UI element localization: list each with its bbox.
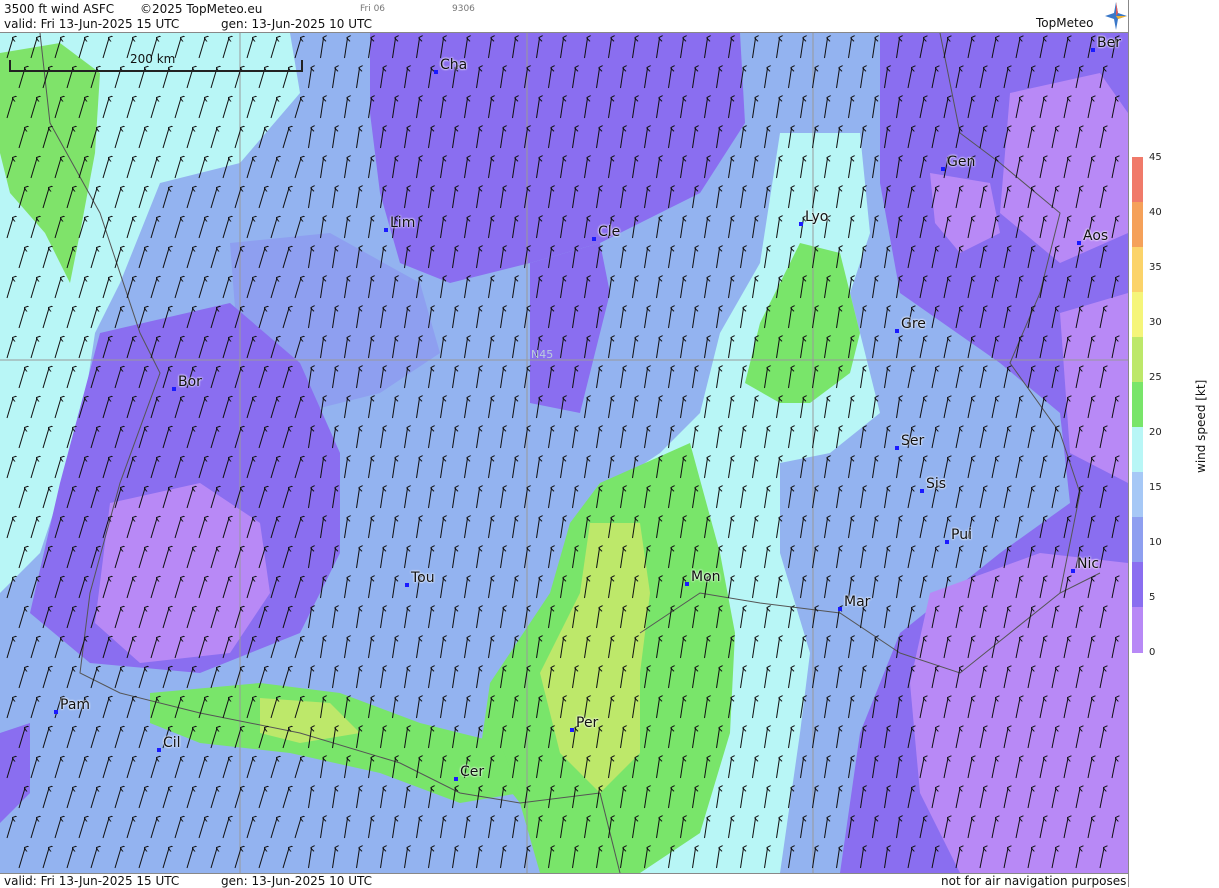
city-dot	[592, 237, 596, 241]
legend-title: wind speed [kt]	[1194, 379, 1208, 473]
compass-star-icon	[1105, 2, 1127, 30]
city-dot	[838, 607, 842, 611]
city-dot	[1077, 241, 1081, 245]
city-dot	[405, 583, 409, 587]
color-scale-bar	[1132, 157, 1143, 653]
valid-time: valid: Fri 13-Jun-2025 15 UTC	[4, 17, 180, 31]
legend-swatch	[1132, 427, 1143, 473]
city-label: Mon	[691, 569, 721, 585]
city-label: Ber	[1097, 35, 1121, 51]
city-label: Lyo	[805, 209, 829, 225]
city-label: Ser	[901, 433, 925, 449]
footer-bar: valid: Fri 13-Jun-2025 15 UTC gen: 13-Ju…	[0, 873, 1128, 888]
legend-swatch	[1132, 607, 1143, 653]
legend-swatch	[1132, 247, 1143, 293]
city-dot	[945, 540, 949, 544]
city-label: Cle	[598, 224, 621, 240]
legend-tick-label: 25	[1149, 372, 1162, 383]
city-dot	[941, 167, 945, 171]
legend-swatch	[1132, 157, 1143, 203]
latitude-label: N45	[531, 348, 554, 361]
header-bar: 3500 ft wind ASFC ©2025 TopMeteo.eu Fri …	[0, 0, 1128, 33]
legend-tick-label: 10	[1149, 537, 1162, 548]
legend-swatch	[1132, 517, 1143, 563]
legend-swatch	[1132, 472, 1143, 518]
wind-map[interactable]: 200 km N45 Cha Lim Cle Lyo Gen Ber Aos Gre Bor Se…	[0, 33, 1128, 873]
generated-time: gen: 13-Jun-2025 10 UTC	[221, 17, 373, 31]
city-label: Mar	[844, 594, 871, 610]
city-label: Aos	[1083, 228, 1109, 244]
legend-tick-label: 35	[1149, 262, 1162, 273]
legend-swatch	[1132, 382, 1143, 428]
city-label: Sis	[926, 476, 947, 492]
brand-text: TopMeteo	[1036, 16, 1094, 30]
legend-swatch	[1132, 292, 1143, 338]
city-label: Cha	[440, 57, 468, 73]
city-label: Tou	[411, 570, 435, 586]
city-dot	[920, 489, 924, 493]
city-dot	[1071, 569, 1075, 573]
city-dot	[454, 777, 458, 781]
legend-tick-label: 40	[1149, 207, 1162, 218]
city-label: Per	[576, 715, 599, 731]
city-label: Pui	[951, 527, 972, 543]
city-label: Bor	[178, 374, 202, 390]
legend-tick-label: 20	[1149, 427, 1162, 438]
city-dot	[895, 329, 899, 333]
legend-tick-label: 5	[1149, 592, 1156, 603]
city-dot	[685, 582, 689, 586]
run-code: 9306	[452, 4, 475, 14]
legend-tick-label: 30	[1149, 317, 1162, 328]
city-label: Lim	[390, 215, 416, 231]
footer-generated-time: gen: 13-Jun-2025 10 UTC	[221, 874, 373, 888]
legend-swatch	[1132, 562, 1143, 608]
city-label: Cer	[460, 764, 485, 780]
footer-valid-time: valid: Fri 13-Jun-2025 15 UTC	[4, 874, 180, 888]
city-dot	[172, 387, 176, 391]
city-dot	[895, 446, 899, 450]
city-label: Gen	[947, 154, 976, 170]
topmeteo-logo: TopMeteo	[1036, 0, 1128, 32]
city-dot	[1091, 48, 1095, 52]
city-label: Gre	[901, 316, 926, 332]
city-dot	[157, 748, 161, 752]
city-dot	[384, 228, 388, 232]
city-dot	[434, 70, 438, 74]
city-dot	[799, 222, 803, 226]
city-label: Cil	[163, 735, 181, 751]
disclaimer-text: not for air navigation purposes	[941, 874, 1127, 888]
city-dot	[570, 728, 574, 732]
scale-label: 200 km	[130, 52, 176, 66]
legend-swatch	[1132, 202, 1143, 248]
city-label: Nic	[1077, 556, 1100, 572]
day-code: Fri 06	[360, 4, 386, 14]
legend-swatch	[1132, 337, 1143, 383]
city-label: Pam	[60, 697, 91, 713]
city-dot	[54, 710, 58, 714]
legend-tick-label: 45	[1149, 152, 1162, 163]
copyright-text: ©2025 TopMeteo.eu	[140, 2, 263, 16]
legend-tick-label: 0	[1149, 647, 1156, 658]
map-title: 3500 ft wind ASFC	[4, 2, 115, 16]
legend-tick-label: 15	[1149, 482, 1162, 493]
